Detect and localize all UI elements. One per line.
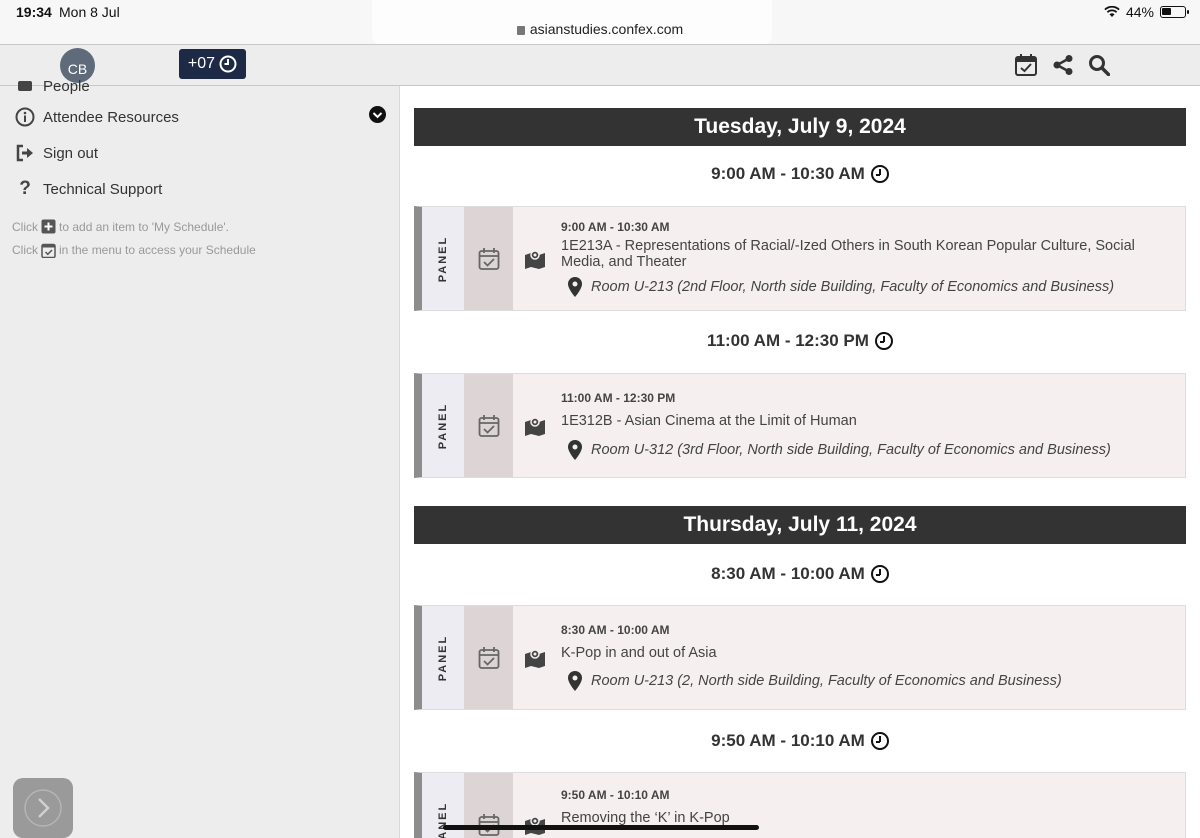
hint-add-schedule: Click to add an item to 'My Schedule'.: [12, 219, 229, 234]
session-card[interactable]: PANEL 9:00 AM - 10:30 AM 1E213A - Repres…: [414, 206, 1186, 311]
home-indicator[interactable]: [443, 825, 759, 830]
sidebar-item-sign-out[interactable]: Sign out: [14, 141, 98, 165]
hint-text: in the menu to access your Schedule: [59, 243, 256, 257]
sidebar-item-technical-support[interactable]: ? Technical Support: [14, 177, 162, 201]
status-time: 19:34: [16, 4, 52, 20]
time-slot-header: 9:50 AM - 10:10 AM: [414, 731, 1186, 751]
timezone-button[interactable]: +07: [179, 49, 246, 79]
battery-percent: 44%: [1125, 4, 1154, 20]
calendar-check-icon[interactable]: [1014, 53, 1038, 77]
session-time: 8:30 AM - 10:00 AM: [561, 623, 670, 637]
sidebar-item-label: People: [43, 77, 90, 95]
question-icon: ?: [19, 178, 31, 199]
session-time: 11:00 AM - 12:30 PM: [561, 391, 676, 405]
wifi-icon: [1104, 6, 1120, 17]
time-slot-header: 9:00 AM - 10:30 AM: [414, 164, 1186, 184]
clock-icon: [870, 165, 889, 183]
clock-icon: [870, 732, 889, 750]
schedule-main: Tuesday, July 9, 2024 9:00 AM - 10:30 AM…: [400, 86, 1200, 838]
time-slot-header: 8:30 AM - 10:00 AM: [414, 564, 1186, 584]
session-type: PANEL: [422, 606, 464, 709]
session-type-label: PANEL: [437, 801, 449, 838]
chevron-down-icon[interactable]: [369, 106, 386, 123]
session-title[interactable]: Removing the ‘K’ in K-Pop: [561, 810, 1173, 826]
time-slot-header: 11:00 AM - 12:30 PM: [414, 331, 1186, 351]
sidebar-item-label: Sign out: [43, 144, 99, 162]
calendar-check-icon: [478, 247, 499, 270]
people-icon: [14, 75, 36, 97]
session-room: Room U-213 (2, North side Building, Facu…: [568, 671, 1062, 691]
url-text-row: asianstudies.confex.com: [0, 21, 1200, 37]
map-icon[interactable]: [524, 415, 546, 437]
day-header: Tuesday, July 9, 2024: [414, 108, 1186, 146]
calendar-check-icon: [478, 646, 499, 669]
session-type: PANEL: [422, 374, 464, 477]
status-bar: 19:34 Mon 8 Jul asianstudies.confex.com …: [0, 0, 1200, 44]
map-icon[interactable]: [524, 248, 546, 270]
sidebar: People Attendee Resources Sign out ? Tec…: [0, 78, 400, 838]
session-type-label: PANEL: [437, 634, 449, 681]
timezone-label: +07: [187, 55, 216, 72]
lock-icon: [516, 26, 525, 35]
session-title[interactable]: 1E312B - Asian Cinema at the Limit of Hu…: [561, 413, 1173, 429]
app-header: CB +07: [0, 44, 1200, 86]
chevron-right-icon: [24, 789, 62, 827]
session-room-label: Room U-213 (2, North side Building, Facu…: [591, 673, 1062, 689]
status-right: 44%: [1104, 4, 1189, 20]
session-card[interactable]: PANEL 8:30 AM - 10:00 AM K-Pop in and ou…: [414, 605, 1186, 710]
search-icon[interactable]: [1088, 54, 1110, 76]
session-type-label: PANEL: [437, 402, 449, 449]
session-room-label: Room U-312 (3rd Floor, North side Buildi…: [591, 442, 1111, 458]
session-room: Room U-312 (3rd Floor, North side Buildi…: [568, 440, 1111, 460]
session-card[interactable]: PANEL 11:00 AM - 12:30 PM 1E312B - Asian…: [414, 373, 1186, 478]
sidebar-item-label: Technical Support: [43, 180, 163, 198]
time-slot-label: 9:00 AM - 10:30 AM: [711, 164, 865, 183]
session-title[interactable]: 1E213A - Representations of Racial/-Ized…: [561, 238, 1173, 270]
sidebar-item-label: Attendee Resources: [43, 108, 179, 126]
info-icon: [14, 106, 36, 128]
status-date: Mon 8 Jul: [59, 4, 120, 20]
session-time: 9:00 AM - 10:30 AM: [561, 220, 670, 234]
plus-square-icon: [41, 219, 56, 234]
session-type: PANEL: [422, 207, 464, 310]
location-pin-icon: [568, 440, 582, 460]
add-to-schedule-button[interactable]: [464, 374, 513, 477]
sidebar-item-attendee-resources[interactable]: Attendee Resources: [14, 105, 179, 129]
session-room-label: Room U-213 (2nd Floor, North side Buildi…: [591, 279, 1115, 295]
calendar-check-icon: [478, 414, 499, 437]
hint-menu-schedule: Click in the menu to access your Schedul…: [12, 242, 256, 258]
session-title[interactable]: K-Pop in and out of Asia: [561, 645, 1173, 661]
clock-icon: [870, 565, 889, 583]
day-header: Thursday, July 11, 2024: [414, 506, 1186, 544]
session-type-label: PANEL: [437, 235, 449, 282]
battery-icon: [1160, 6, 1189, 18]
sign-out-icon: [14, 142, 36, 164]
time-slot-label: 9:50 AM - 10:10 AM: [711, 731, 865, 750]
url-text[interactable]: asianstudies.confex.com: [530, 21, 683, 37]
add-to-schedule-button[interactable]: [464, 606, 513, 709]
next-button[interactable]: [13, 778, 73, 838]
map-icon[interactable]: [524, 647, 546, 669]
add-to-schedule-button[interactable]: [464, 207, 513, 310]
clock-icon: [219, 55, 237, 73]
location-pin-icon: [568, 277, 582, 297]
hint-text: to add an item to 'My Schedule'.: [59, 219, 230, 234]
calendar-check-icon: [41, 243, 56, 258]
clock-icon: [874, 332, 893, 350]
hint-text: Click: [12, 219, 38, 234]
share-icon[interactable]: [1052, 54, 1074, 76]
header-actions: [1014, 53, 1110, 77]
hint-text: Click: [12, 243, 38, 257]
sidebar-item-people[interactable]: People: [14, 74, 90, 98]
session-room: Room U-213 (2nd Floor, North side Buildi…: [568, 277, 1114, 297]
session-time: 9:50 AM - 10:10 AM: [561, 788, 670, 802]
time-slot-label: 8:30 AM - 10:00 AM: [711, 564, 865, 583]
time-slot-label: 11:00 AM - 12:30 PM: [707, 331, 869, 350]
location-pin-icon: [568, 671, 582, 691]
